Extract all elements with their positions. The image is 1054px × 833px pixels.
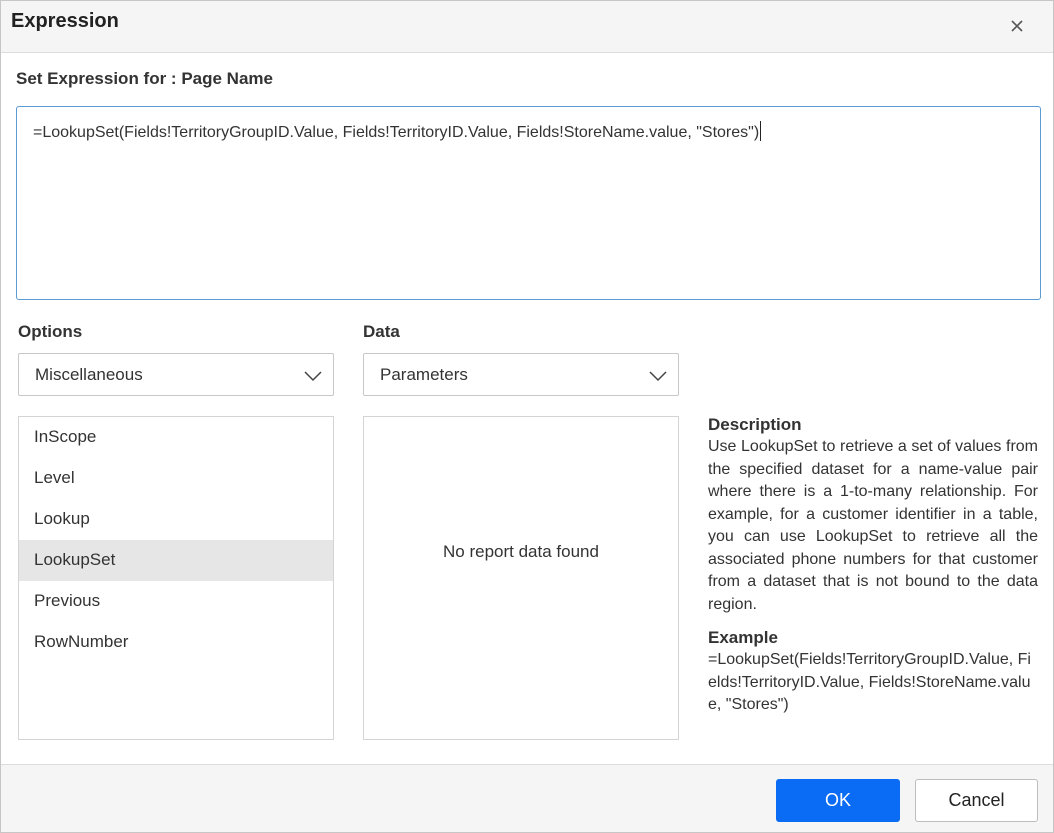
- description-text: Use LookupSet to retrieve a set of value…: [708, 438, 1038, 613]
- expression-text: =LookupSet(Fields!TerritoryGroupID.Value…: [33, 124, 760, 141]
- cancel-button[interactable]: Cancel: [915, 779, 1038, 822]
- dialog-title: Expression: [11, 10, 119, 32]
- data-label: Data: [363, 322, 400, 341]
- empty-data-message: No report data found: [443, 542, 599, 561]
- close-icon: [1011, 20, 1023, 32]
- list-item-lookup[interactable]: Lookup: [19, 499, 333, 540]
- description-panel: Description Use LookupSet to retrieve a …: [708, 415, 1038, 717]
- close-button[interactable]: [1003, 12, 1031, 40]
- dialog-footer: OK Cancel: [1, 764, 1053, 832]
- list-item-inscope[interactable]: InScope: [19, 417, 333, 458]
- chevron-down-icon: [649, 371, 667, 382]
- options-label: Options: [18, 322, 83, 341]
- set-expression-label: Set Expression for : Page Name: [16, 69, 273, 88]
- list-item-rownumber[interactable]: RowNumber: [19, 622, 333, 663]
- data-dropdown-value: Parameters: [380, 365, 468, 384]
- description-heading: Description: [708, 415, 802, 434]
- options-dropdown[interactable]: Miscellaneous: [18, 353, 334, 396]
- example-text: =LookupSet(Fields!TerritoryGroupID.Value…: [708, 651, 1031, 713]
- text-caret: [760, 121, 762, 141]
- ok-button[interactable]: OK: [776, 779, 900, 822]
- list-item-lookupset[interactable]: LookupSet: [19, 540, 333, 581]
- list-item-previous[interactable]: Previous: [19, 581, 333, 622]
- expression-editor[interactable]: =LookupSet(Fields!TerritoryGroupID.Value…: [16, 106, 1041, 300]
- dialog-header: Expression: [1, 1, 1053, 53]
- data-list: No report data found: [363, 416, 679, 740]
- expression-dialog: Expression Set Expression for : Page Nam…: [0, 0, 1054, 833]
- list-item-level[interactable]: Level: [19, 458, 333, 499]
- options-dropdown-value: Miscellaneous: [35, 365, 143, 384]
- options-list: InScope Level Lookup LookupSet Previous …: [18, 416, 334, 740]
- example-heading: Example: [708, 628, 778, 647]
- chevron-down-icon: [304, 371, 322, 382]
- data-dropdown[interactable]: Parameters: [363, 353, 679, 396]
